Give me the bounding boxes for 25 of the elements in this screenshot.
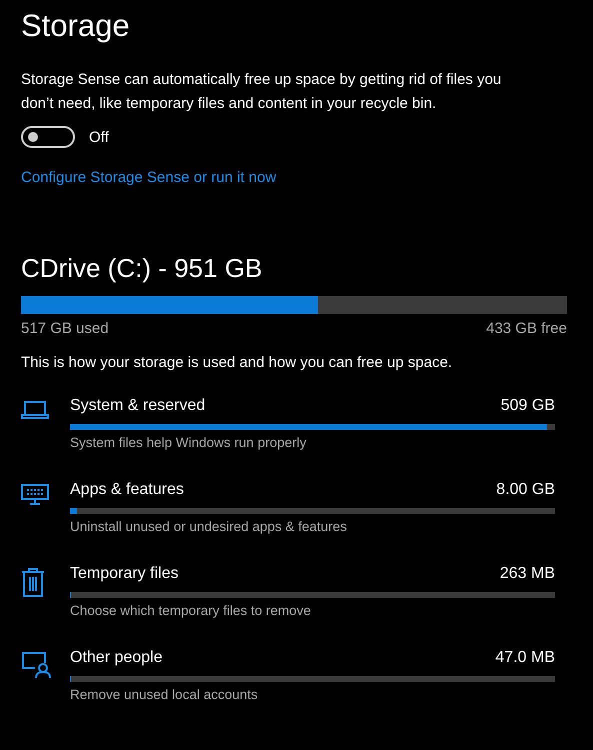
category-size: 8.00 GB	[496, 481, 555, 499]
toggle-label: Off	[89, 128, 109, 146]
storage-sense-description: Storage Sense can automatically free up space by getting rid of files you don’t need, like temporary files and content in your recycle bin.	[21, 70, 502, 114]
category-description: Uninstall unused or undesired apps & features	[70, 519, 348, 534]
trash-icon	[21, 567, 45, 597]
user-screen-icon	[21, 651, 51, 679]
drive-title: CDrive (C:) - 951 GB	[21, 253, 264, 284]
category-size: 263 MB	[500, 565, 555, 583]
laptop-icon	[21, 399, 49, 421]
category-description: System files help Windows run properly	[70, 435, 308, 450]
storage-sense-toggle[interactable]	[21, 126, 75, 148]
category-description: Remove unused local accounts	[70, 687, 259, 702]
category-name[interactable]: Other people	[70, 649, 163, 667]
category-name[interactable]: Apps & features	[70, 481, 184, 499]
category-description: Choose which temporary files to remove	[70, 603, 312, 618]
page-title: Storage	[21, 8, 131, 44]
monitor-icon	[21, 483, 49, 507]
category-name[interactable]: Temporary files	[70, 565, 178, 583]
used-label: 517 GB used	[21, 320, 109, 337]
free-label: 433 GB free	[486, 320, 567, 337]
category-name[interactable]: System & reserved	[70, 397, 206, 415]
configure-storage-sense-link[interactable]: Configure Storage Sense or run it now	[21, 169, 276, 186]
storage-info-text: This is how your storage is used and how you can free up space.	[21, 354, 454, 371]
category-size: 47.0 MB	[495, 649, 555, 667]
category-size: 509 GB	[500, 397, 555, 415]
